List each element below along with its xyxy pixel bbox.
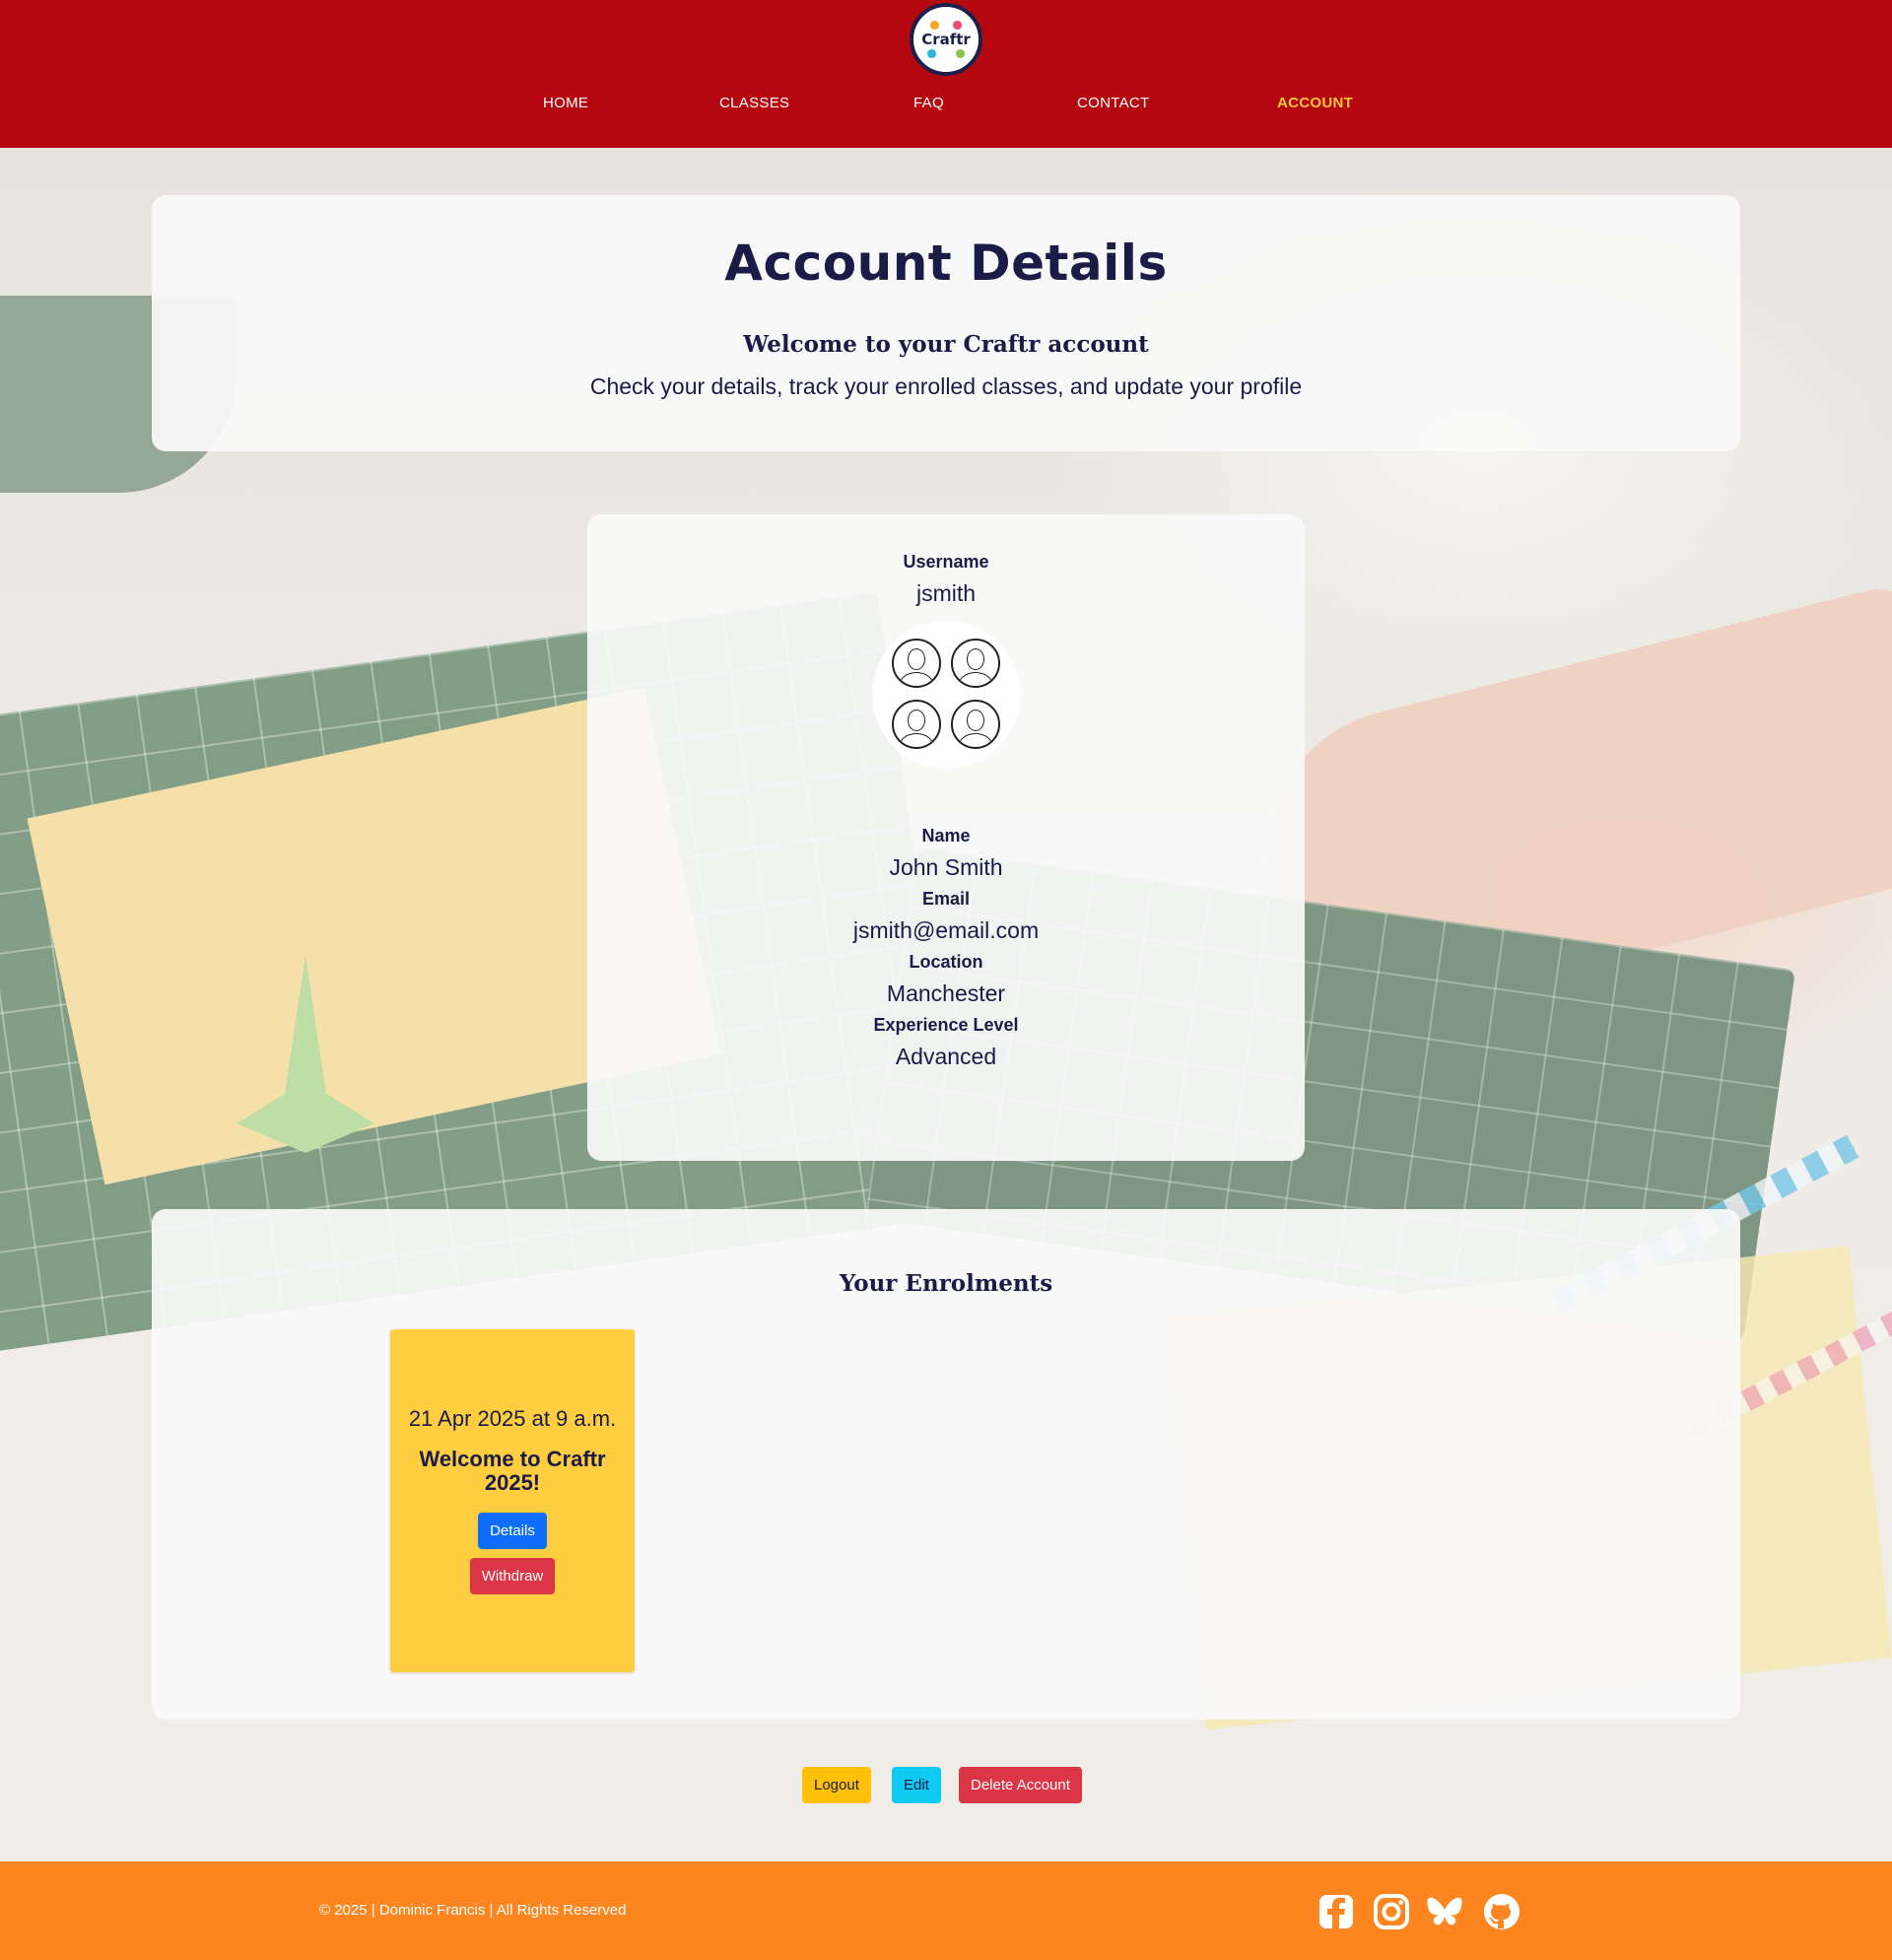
name-value: John Smith [889, 854, 1003, 880]
nav-account[interactable]: ACCOUNT [1277, 95, 1353, 111]
nav-classes[interactable]: CLASSES [719, 95, 789, 111]
github-icon[interactable] [1483, 1893, 1520, 1930]
facebook-icon[interactable] [1318, 1893, 1355, 1930]
username-value: jsmith [915, 580, 977, 606]
enrolments-panel: Your Enrolments 21 Apr 2025 at 9 a.m. We… [152, 1209, 1740, 1720]
username-label: Username [903, 552, 989, 572]
enrolment-date: 21 Apr 2025 at 9 a.m. [408, 1406, 617, 1431]
enrolment-details-button[interactable]: Details [478, 1513, 547, 1549]
avatar-person-icon [892, 639, 941, 688]
site-footer: © 2025 | Dominic Francis | All Rights Re… [0, 1861, 1892, 1960]
bluesky-icon[interactable] [1426, 1893, 1463, 1930]
name-label: Name [921, 826, 971, 845]
welcome-subtitle: Welcome to your Craftr account [743, 331, 1149, 358]
enrolment-card: 21 Apr 2025 at 9 a.m. Welcome to Craftr … [390, 1329, 635, 1672]
page-title: Account Details [724, 235, 1168, 292]
avatar-person-icon [892, 700, 941, 749]
main-nav: HOME CLASSES FAQ CONTACT ACCOUNT [0, 95, 1892, 120]
location-value: Manchester [886, 980, 1006, 1006]
enrolment-withdraw-button[interactable]: Withdraw [469, 1558, 556, 1594]
enrolment-title: Welcome to Craftr 2025! [419, 1447, 606, 1495]
craftr-logo[interactable]: Craftr [910, 3, 982, 76]
nav-faq[interactable]: FAQ [913, 95, 944, 111]
site-header: Craftr HOME CLASSES FAQ CONTACT ACCOUNT [0, 0, 1892, 148]
nav-contact[interactable]: CONTACT [1077, 95, 1149, 111]
nav-home[interactable]: HOME [543, 95, 588, 111]
experience-value: Advanced [895, 1044, 997, 1069]
experience-label: Experience Level [873, 1015, 1019, 1035]
logo-text: Craftr [919, 31, 973, 48]
email-value: jsmith@email.com [852, 917, 1040, 943]
edit-button[interactable]: Edit [892, 1767, 941, 1803]
welcome-description: Check your details, track your enrolled … [589, 373, 1303, 399]
avatar [872, 621, 1020, 769]
copyright-text: © 2025 | Dominic Francis | All Rights Re… [319, 1902, 627, 1919]
location-label: Location [909, 952, 983, 972]
avatar-person-icon [951, 639, 1000, 688]
email-label: Email [921, 889, 971, 909]
logout-button[interactable]: Logout [802, 1767, 871, 1803]
instagram-icon[interactable] [1373, 1893, 1410, 1930]
avatar-person-glasses-icon [951, 700, 1000, 749]
delete-account-button[interactable]: Delete Account [959, 1767, 1082, 1803]
enrolments-heading: Your Enrolments [839, 1270, 1053, 1297]
account-header-panel: Account Details Welcome to your Craftr a… [152, 195, 1740, 451]
profile-panel: Username jsmith Name John Smith Email js… [587, 514, 1305, 1161]
